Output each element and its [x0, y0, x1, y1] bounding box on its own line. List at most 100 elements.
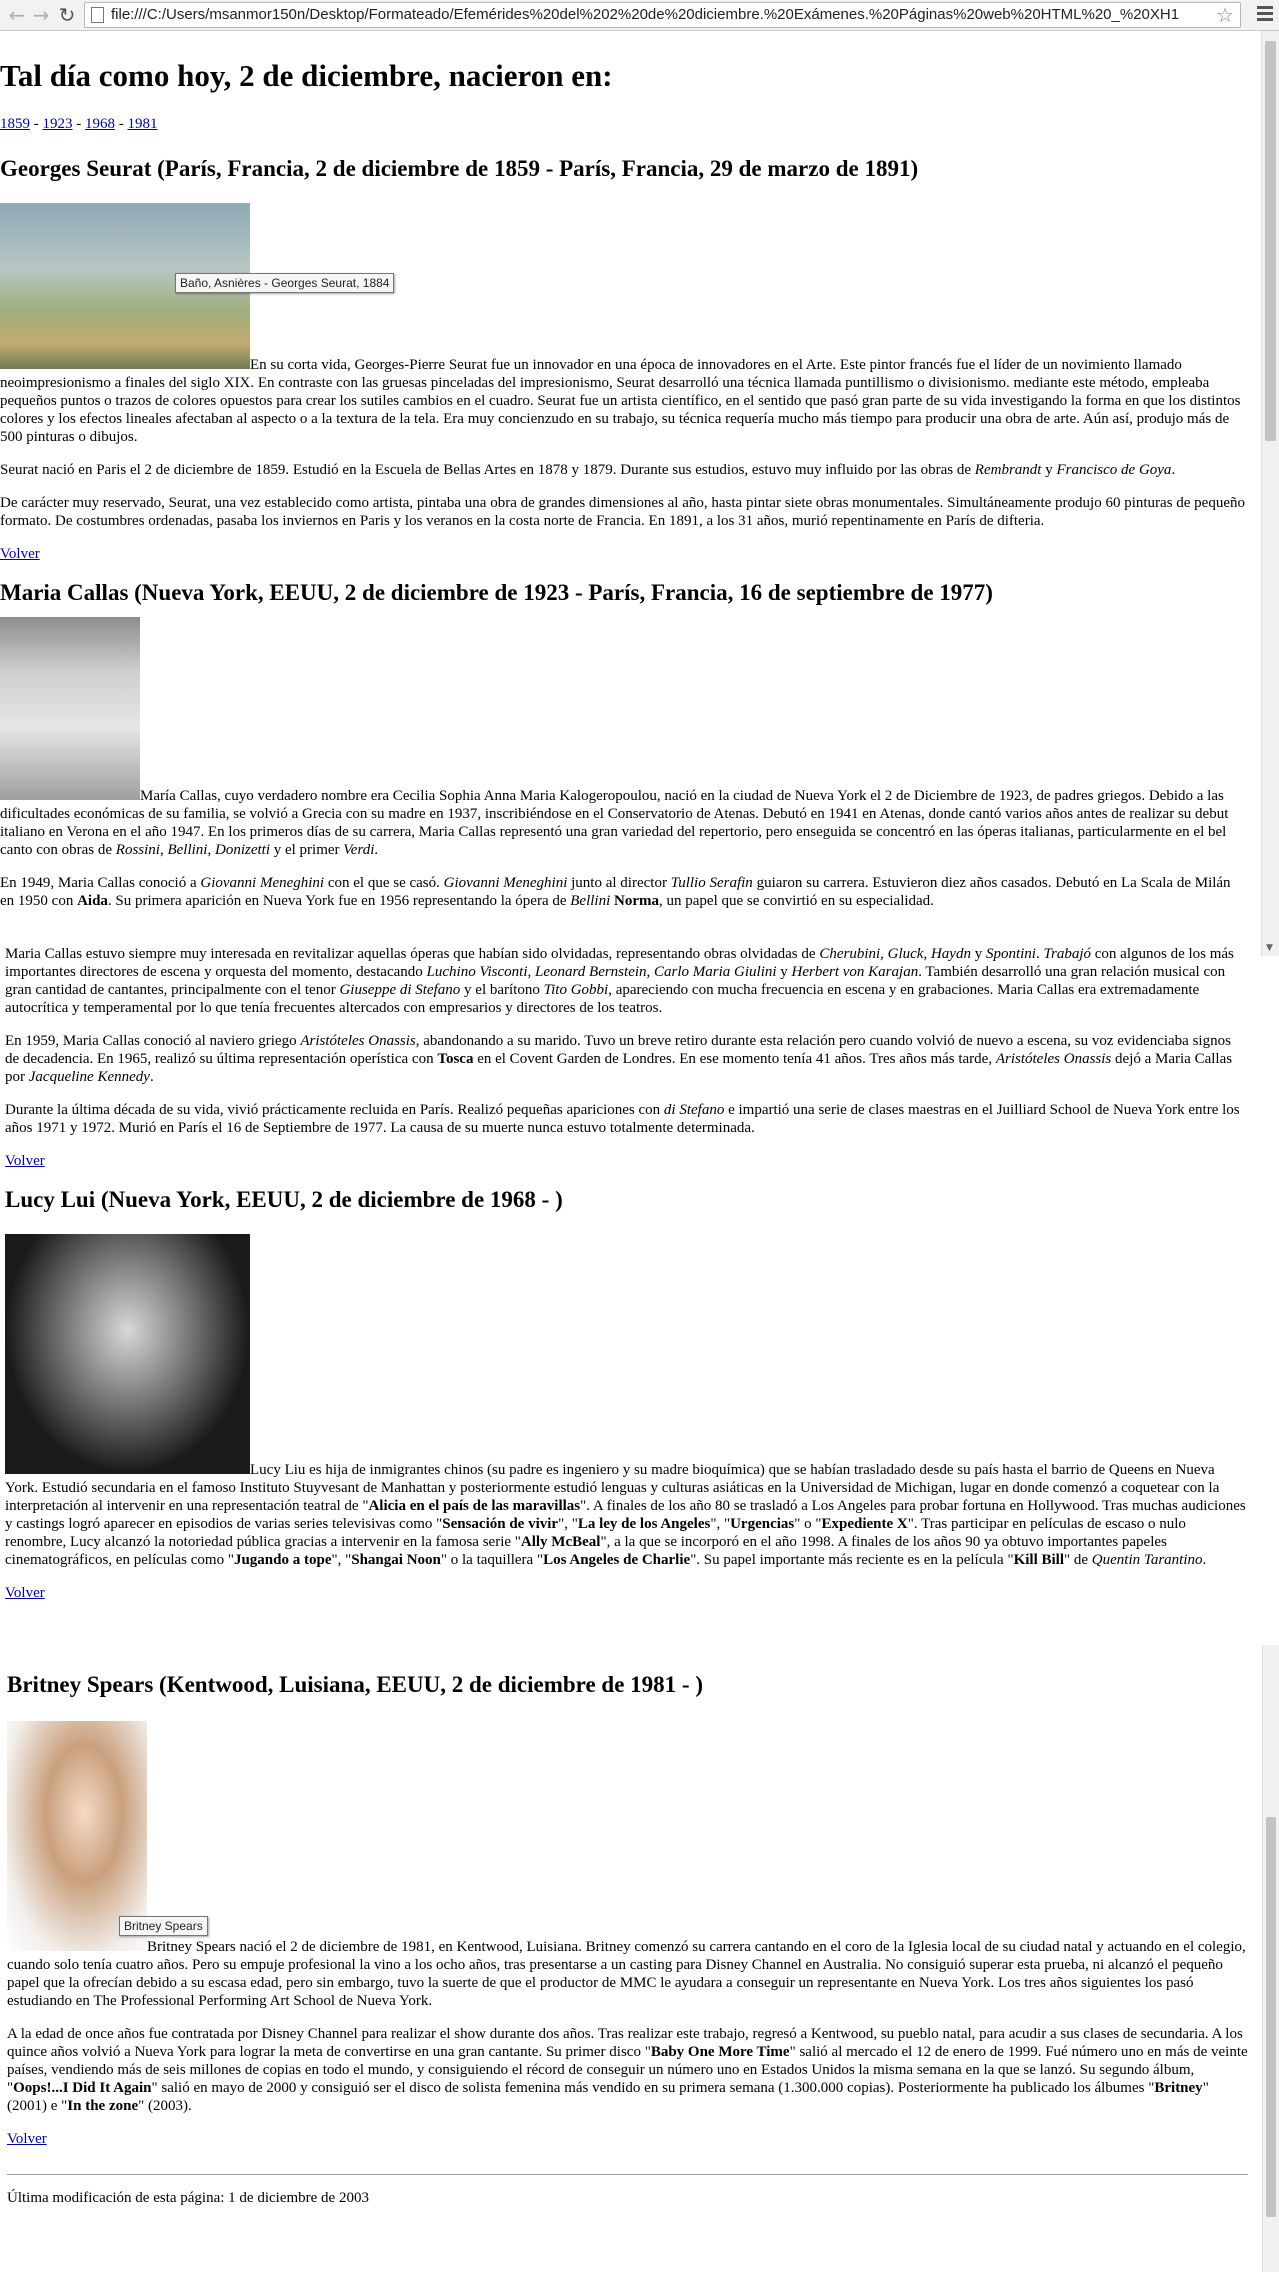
year-links: 1859 - 1923 - 1968 - 1981 [0, 115, 1248, 133]
text: . Su primera aparición en Nueva York fue… [107, 893, 571, 909]
seurat-paragraph-3: De carácter muy reservado, Seurat, una v… [0, 495, 1245, 529]
text-bold: Kill Bill [1013, 1552, 1065, 1568]
seurat-painting-image: Baño, Asnières - Georges Seurat, 1884 [0, 203, 395, 369]
text-italic: Bellini [570, 893, 611, 909]
text-italic: Giovanni Meneghini [443, 875, 568, 891]
text: " o " [794, 1516, 822, 1532]
text: junto al director [567, 875, 671, 891]
scroll-down-arrow-icon[interactable]: ▼ [1266, 943, 1273, 953]
text: con el que se casó. [324, 875, 444, 891]
scrollbar-thumb-bottom[interactable] [1266, 1817, 1276, 2217]
britney-photo: Britney Spears [7, 1721, 208, 1951]
text: ". Su papel importante más reciente es e… [690, 1552, 1014, 1568]
page-icon [91, 7, 104, 23]
britney-paragraph-2: A la edad de once años fue contratada po… [7, 2025, 1248, 2115]
text: ", " [558, 1516, 578, 1532]
lucy-heading: Lucy Lui (Nueva York, EEUU, 2 de diciemb… [5, 1187, 563, 1212]
year-separator: - [72, 116, 85, 132]
text-italic: Quentin Tarantino [1091, 1552, 1203, 1568]
callas-photo [0, 617, 140, 800]
text: en el Covent Garden de Londres. En ese m… [473, 1051, 996, 1067]
text: " o la taquillera " [440, 1552, 544, 1568]
lucy-photo [5, 1234, 250, 1474]
back-link-britney[interactable]: Volver [7, 2131, 47, 2147]
text: y el primer [269, 842, 344, 858]
back-arrow-icon[interactable]: ← [6, 3, 28, 27]
text-bold: Oops!...I Did It Again [13, 2080, 152, 2096]
text: " de [1064, 1552, 1092, 1568]
text-bold: Aida [77, 893, 108, 909]
text: ", " [710, 1516, 731, 1532]
text-bold: Tosca [437, 1051, 474, 1067]
scrollbar-bottom[interactable] [1262, 1645, 1279, 2272]
text-italic: Spontini [985, 946, 1036, 962]
callas-paragraph-2: En 1949, Maria Callas conoció a Giovanni… [0, 874, 1248, 910]
back-link-callas[interactable]: Volver [5, 1153, 45, 1169]
seurat-paragraph-2: Seurat nació en Paris el 2 de diciembre … [0, 461, 1248, 479]
text: " (2003). [138, 2098, 192, 2114]
text: y [776, 964, 792, 980]
text-bold: Norma [614, 893, 660, 909]
text: y el barítono [460, 982, 544, 998]
forward-arrow-icon[interactable]: → [30, 3, 52, 27]
year-link-1968[interactable]: 1968 [85, 116, 115, 132]
text-bold: Expediente X [821, 1516, 908, 1532]
text-bold: La ley de los Angeles [577, 1516, 711, 1532]
seurat-image-tooltip: Baño, Asnières - Georges Seurat, 1884 [175, 273, 395, 293]
text-italic: Aristóteles Onassis [300, 1033, 416, 1049]
text-italic: Cherubini, Gluck, Haydn [819, 946, 971, 962]
callas-heading: Maria Callas (Nueva York, EEUU, 2 de dic… [0, 580, 993, 605]
year-separator: - [30, 116, 43, 132]
text-italic: Trabajó [1043, 946, 1091, 962]
britney-paragraph-1: Britney Spears Britney Spears nació el 2… [7, 1721, 1248, 2010]
scrollbar-top[interactable]: ▼ [1261, 31, 1279, 956]
year-link-1923[interactable]: 1923 [43, 116, 73, 132]
lucy-paragraph: Lucy Liu es hija de inmigrantes chinos (… [5, 1234, 1248, 1569]
text-italic: Luchino Visconti, Leonard Bernstein, Car… [426, 964, 777, 980]
scrollbar-thumb-top[interactable] [1265, 41, 1276, 441]
page-view-top: Tal día como hoy, 2 de diciembre, nacier… [0, 31, 1258, 956]
text-bold: Britney [1154, 2080, 1203, 2096]
year-link-1981[interactable]: 1981 [128, 116, 158, 132]
text: y [1041, 462, 1057, 478]
callas-paragraph-3: Maria Callas estuvo siempre muy interesa… [5, 945, 1248, 1017]
back-link-lucy[interactable]: Volver [5, 1585, 45, 1601]
text: . [1171, 462, 1176, 478]
text: Maria Callas estuvo siempre muy interesa… [5, 946, 820, 962]
text-italic: Giuseppe di Stefano [339, 982, 461, 998]
text: En 1959, Maria Callas conoció al naviero… [5, 1033, 301, 1049]
text: Seurat nació en Paris el 2 de diciembre … [0, 462, 975, 478]
address-bar[interactable]: file:///C:/Users/msanmor150n/Desktop/For… [84, 2, 1241, 28]
text-italic: di Stefano [663, 1102, 725, 1118]
footer-divider [7, 2174, 1248, 2175]
address-url[interactable]: file:///C:/Users/msanmor150n/Desktop/For… [111, 3, 1206, 27]
star-icon[interactable]: ☆ [1216, 3, 1234, 27]
text-italic: Giovanni Meneghini [200, 875, 325, 891]
text-italic: Jacqueline Kennedy [28, 1069, 150, 1085]
text-bold: In the zone [67, 2098, 139, 2114]
text: " salió en mayo de 2000 y consiguió ser … [151, 2080, 1155, 2096]
page-view-bottom: Britney Spears (Kentwood, Luisiana, EEUU… [0, 1645, 1262, 2272]
text-italic: Bellini [167, 842, 208, 858]
text-bold: Ally McBeal [520, 1534, 601, 1550]
browser-toolbar: ← → ↻ file:///C:/Users/msanmor150n/Deskt… [0, 0, 1279, 31]
year-link-1859[interactable]: 1859 [0, 116, 30, 132]
footer-text: Última modificación de esta página: 1 de… [7, 2190, 369, 2206]
britney-image-tooltip: Britney Spears [119, 1916, 208, 1936]
menu-icon[interactable] [1255, 4, 1275, 24]
text: y [970, 946, 986, 962]
text-italic: Rossini [115, 842, 160, 858]
seurat-paragraph-1: Baño, Asnières - Georges Seurat, 1884 En… [0, 203, 1248, 446]
text: . [1202, 1552, 1207, 1568]
text: En 1949, Maria Callas conoció a [0, 875, 201, 891]
text-italic: Tullio Serafin [670, 875, 753, 891]
text-italic: Verdi [343, 842, 375, 858]
text-bold: Baby One More Time [650, 2044, 790, 2060]
britney-text-1: Britney Spears nació el 2 de diciembre d… [7, 1939, 1246, 2009]
seurat-text-1: En su corta vida, Georges-Pierre Seurat … [0, 357, 1241, 445]
back-link-seurat[interactable]: Volver [0, 546, 40, 562]
text-bold: Sensación de vivir [442, 1516, 559, 1532]
callas-paragraph-5: Durante la última década de su vida, viv… [5, 1101, 1248, 1137]
reload-icon[interactable]: ↻ [56, 3, 78, 27]
britney-heading: Britney Spears (Kentwood, Luisiana, EEUU… [7, 1672, 703, 1697]
